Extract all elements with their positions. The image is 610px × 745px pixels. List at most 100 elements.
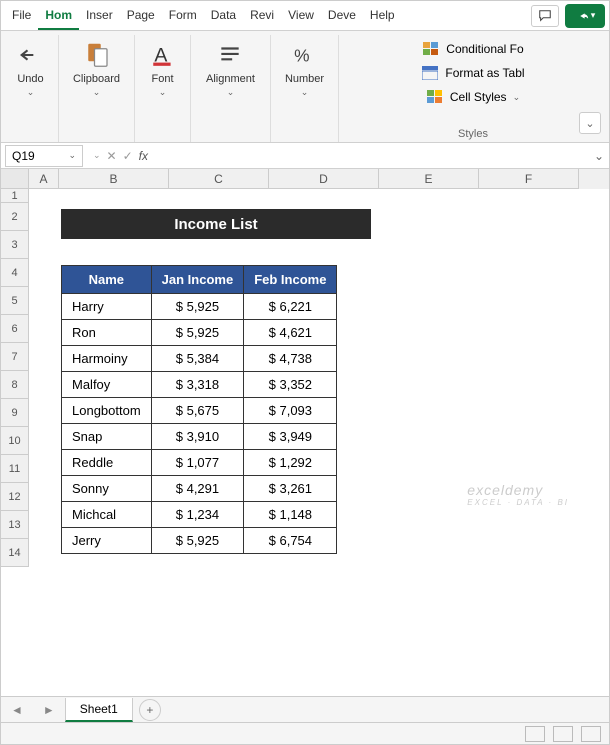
column-header-C[interactable]: C bbox=[169, 169, 269, 189]
menu-tab-revi[interactable]: Revi bbox=[243, 2, 281, 30]
cell-feb[interactable]: $ 6,221 bbox=[244, 294, 337, 320]
cell-feb[interactable]: $ 4,738 bbox=[244, 346, 337, 372]
row-header-3[interactable]: 3 bbox=[1, 231, 29, 259]
sheet-tab-active[interactable]: Sheet1 bbox=[65, 698, 133, 722]
menu-tab-page[interactable]: Page bbox=[120, 2, 162, 30]
cell-jan[interactable]: $ 1,077 bbox=[151, 450, 244, 476]
cell-styles-button[interactable]: Cell Styles ⌄ bbox=[422, 87, 524, 107]
ribbon-group-styles: Conditional Fo Format as Tabl Cell Style… bbox=[339, 35, 607, 142]
chevron-down-icon: ▾ bbox=[591, 10, 596, 21]
undo-icon bbox=[17, 41, 45, 69]
cell-jan[interactable]: $ 5,384 bbox=[151, 346, 244, 372]
cell-name[interactable]: Harmoiny bbox=[62, 346, 152, 372]
menu-tab-file[interactable]: File bbox=[5, 2, 38, 30]
ribbon-expand-button[interactable]: ⌄ bbox=[579, 112, 601, 134]
menu-tab-view[interactable]: View bbox=[281, 2, 321, 30]
cell-feb[interactable]: $ 3,949 bbox=[244, 424, 337, 450]
fx-icon[interactable]: fx bbox=[139, 149, 148, 163]
row-header-6[interactable]: 6 bbox=[1, 315, 29, 343]
select-all-corner[interactable] bbox=[1, 169, 29, 189]
table-row: Malfoy$ 3,318$ 3,352 bbox=[62, 372, 337, 398]
menu-tab-deve[interactable]: Deve bbox=[321, 2, 363, 30]
cell-feb[interactable]: $ 1,148 bbox=[244, 502, 337, 528]
cell-jan[interactable]: $ 3,318 bbox=[151, 372, 244, 398]
conditional-formatting-button[interactable]: Conditional Fo bbox=[418, 39, 527, 59]
menu-tab-form[interactable]: Form bbox=[162, 2, 204, 30]
formula-input[interactable] bbox=[154, 145, 589, 167]
sheet-nav-next[interactable]: ► bbox=[33, 703, 65, 717]
name-box-value: Q19 bbox=[12, 149, 35, 163]
cell-jan[interactable]: $ 3,910 bbox=[151, 424, 244, 450]
row-header-8[interactable]: 8 bbox=[1, 371, 29, 399]
add-sheet-button[interactable]: + bbox=[139, 699, 161, 721]
cell-name[interactable]: Jerry bbox=[62, 528, 152, 554]
row-header-7[interactable]: 7 bbox=[1, 343, 29, 371]
styles-group-label: Styles bbox=[339, 128, 607, 140]
row-header-9[interactable]: 9 bbox=[1, 399, 29, 427]
view-layout-button[interactable] bbox=[553, 726, 573, 742]
cell-feb[interactable]: $ 3,352 bbox=[244, 372, 337, 398]
cell-jan[interactable]: $ 5,925 bbox=[151, 320, 244, 346]
share-icon bbox=[575, 9, 589, 23]
font-button[interactable]: A Font ⌄ bbox=[147, 39, 179, 98]
view-normal-button[interactable] bbox=[525, 726, 545, 742]
cell-name[interactable]: Longbottom bbox=[62, 398, 152, 424]
cell-name[interactable]: Malfoy bbox=[62, 372, 152, 398]
cell-feb[interactable]: $ 1,292 bbox=[244, 450, 337, 476]
alignment-button[interactable]: Alignment ⌄ bbox=[206, 39, 255, 98]
view-break-button[interactable] bbox=[581, 726, 601, 742]
confirm-icon[interactable]: ✓ bbox=[123, 149, 133, 163]
column-header-E[interactable]: E bbox=[379, 169, 479, 189]
cell-name[interactable]: Ron bbox=[62, 320, 152, 346]
name-box[interactable]: Q19 ⌄ bbox=[5, 145, 83, 167]
ribbon-group-alignment: Alignment ⌄ bbox=[191, 35, 271, 142]
row-header-4[interactable]: 4 bbox=[1, 259, 29, 287]
column-header-B[interactable]: B bbox=[59, 169, 169, 189]
cell-jan[interactable]: $ 4,291 bbox=[151, 476, 244, 502]
cell-feb[interactable]: $ 4,621 bbox=[244, 320, 337, 346]
menu-tab-help[interactable]: Help bbox=[363, 2, 402, 30]
row-header-13[interactable]: 13 bbox=[1, 511, 29, 539]
row-header-1[interactable]: 1 bbox=[1, 189, 29, 203]
cell-name[interactable]: Reddle bbox=[62, 450, 152, 476]
menu-bar: FileHomInserPageFormDataReviViewDeveHelp… bbox=[1, 1, 609, 31]
menu-tab-inser[interactable]: Inser bbox=[79, 2, 120, 30]
ribbon-group-number: % Number ⌄ bbox=[271, 35, 339, 142]
share-button[interactable]: ▾ bbox=[565, 4, 605, 28]
paste-button[interactable]: Clipboard ⌄ bbox=[73, 39, 120, 98]
row-header-11[interactable]: 11 bbox=[1, 455, 29, 483]
row-header-14[interactable]: 14 bbox=[1, 539, 29, 567]
formula-expand-button[interactable]: ⌄ bbox=[589, 149, 609, 163]
cell-name[interactable]: Sonny bbox=[62, 476, 152, 502]
cell-jan[interactable]: $ 5,925 bbox=[151, 528, 244, 554]
format-as-table-button[interactable]: Format as Tabl bbox=[417, 63, 528, 83]
row-header-12[interactable]: 12 bbox=[1, 483, 29, 511]
chevron-down-icon[interactable]: ⌄ bbox=[93, 150, 101, 161]
comments-button[interactable] bbox=[531, 5, 559, 27]
cell-feb[interactable]: $ 7,093 bbox=[244, 398, 337, 424]
sheet-nav-prev[interactable]: ◄ bbox=[1, 703, 33, 717]
menu-tab-hom[interactable]: Hom bbox=[38, 2, 79, 30]
number-button[interactable]: % Number ⌄ bbox=[285, 39, 324, 98]
row-header-2[interactable]: 2 bbox=[1, 203, 29, 231]
cell-jan[interactable]: $ 5,925 bbox=[151, 294, 244, 320]
column-header-F[interactable]: F bbox=[479, 169, 579, 189]
cell-name[interactable]: Snap bbox=[62, 424, 152, 450]
column-header-A[interactable]: A bbox=[29, 169, 59, 189]
undo-button[interactable]: Undo ⌄ bbox=[15, 39, 47, 98]
cell-jan[interactable]: $ 1,234 bbox=[151, 502, 244, 528]
cell-name[interactable]: Harry bbox=[62, 294, 152, 320]
row-header-5[interactable]: 5 bbox=[1, 287, 29, 315]
clipboard-icon bbox=[82, 40, 112, 70]
cancel-icon[interactable]: ✕ bbox=[107, 149, 117, 163]
cell-feb[interactable]: $ 6,754 bbox=[244, 528, 337, 554]
cell-name[interactable]: Michcal bbox=[62, 502, 152, 528]
cell-feb[interactable]: $ 3,261 bbox=[244, 476, 337, 502]
row-header-10[interactable]: 10 bbox=[1, 427, 29, 455]
spreadsheet-grid[interactable]: ABCDEF 1234567891011121314 Income List N… bbox=[1, 169, 609, 697]
table-row: Michcal$ 1,234$ 1,148 bbox=[62, 502, 337, 528]
cells-area[interactable]: Income List NameJan IncomeFeb Income Har… bbox=[29, 189, 609, 567]
cell-jan[interactable]: $ 5,675 bbox=[151, 398, 244, 424]
column-header-D[interactable]: D bbox=[269, 169, 379, 189]
menu-tab-data[interactable]: Data bbox=[204, 2, 243, 30]
